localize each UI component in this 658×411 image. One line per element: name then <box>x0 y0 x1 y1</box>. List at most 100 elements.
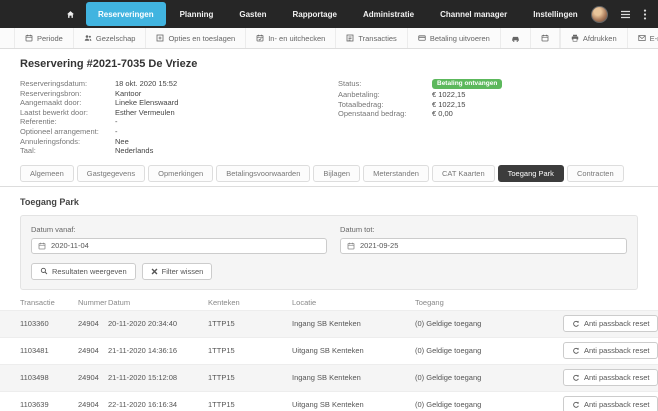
tab-cat-kaarten[interactable]: CAT Kaarten <box>432 165 495 182</box>
tab-algemeen[interactable]: Algemeen <box>20 165 74 182</box>
tab-contracten[interactable]: Contracten <box>567 165 624 182</box>
field-laatst-bewerkt-door: Laatst bewerkt door: Esther Vermeulen <box>20 108 338 118</box>
field-value: € 0,00 <box>432 109 453 119</box>
anti-passback-reset-button[interactable]: Anti passback reset <box>563 369 658 386</box>
field-value: Esther Vermeulen <box>115 108 175 118</box>
tab-gastgegevens[interactable]: Gastgegevens <box>77 165 145 182</box>
tab-opmerkingen[interactable]: Opmerkingen <box>148 165 213 182</box>
tab-toegang-park[interactable]: Toegang Park <box>498 165 564 182</box>
tab-bijlagen[interactable]: Bijlagen <box>313 165 360 182</box>
field-label: Aanbetaling: <box>338 90 432 100</box>
anti-passback-reset-label: Anti passback reset <box>584 400 649 409</box>
cell-transactie: 1103360 <box>20 319 78 328</box>
anti-passback-reset-button[interactable]: Anti passback reset <box>563 315 658 332</box>
calendar-icon <box>38 242 46 250</box>
cell-locatie: Ingang SB Kenteken <box>292 319 415 328</box>
transacties-button[interactable]: Transacties <box>336 28 408 48</box>
car-button[interactable] <box>501 28 531 48</box>
date-from-input[interactable] <box>51 241 320 250</box>
field-value: € 1022,15 <box>432 90 465 100</box>
email-button[interactable]: E-mail <box>628 28 658 48</box>
car-icon <box>511 34 520 43</box>
cell-datum: 21-11-2020 14:36:16 <box>108 346 208 355</box>
field-taal: Taal: Nederlands <box>20 146 338 156</box>
afdrukken-button[interactable]: Afdrukken <box>560 28 628 48</box>
cell-toegang: (0) Geldige toegang <box>415 319 563 328</box>
nav-item-instellingen[interactable]: Instellingen <box>521 2 589 26</box>
cell-locatie: Uitgang SB Kenteken <box>292 346 415 355</box>
anti-passback-reset-label: Anti passback reset <box>584 346 649 355</box>
anti-passback-reset-label: Anti passback reset <box>584 373 649 382</box>
cell-kenteken: 1TTP15 <box>208 346 292 355</box>
page-title: Reservering #2021-7035 De Vrieze <box>20 58 638 70</box>
cell-datum: 21-11-2020 15:12:08 <box>108 373 208 382</box>
tab-betalingsvoorwaarden[interactable]: Betalingsvoorwaarden <box>216 165 310 182</box>
calendar-icon <box>25 34 33 42</box>
col-datum: Datum <box>108 298 208 307</box>
x-icon <box>151 268 158 275</box>
topnav-right-controls <box>591 6 658 23</box>
betaling-uitvoeren-button[interactable]: Betaling uitvoeren <box>408 28 501 48</box>
in-en-uitchecken-button[interactable]: In- en uitchecken <box>246 28 336 48</box>
cell-kenteken: 1TTP15 <box>208 319 292 328</box>
clear-filter-label: Filter wissen <box>162 267 204 276</box>
afdrukken-label: Afdrukken <box>583 34 617 43</box>
col-transactie: Transactie <box>20 298 78 307</box>
cell-toegang: (0) Geldige toegang <box>415 346 563 355</box>
home-icon[interactable] <box>56 0 85 28</box>
table-row: 1103360 24904 20-11-2020 20:34:40 1TTP15… <box>0 310 658 337</box>
anti-passback-reset-button[interactable]: Anti passback reset <box>563 342 658 359</box>
envelope-icon <box>638 34 646 42</box>
field-optioneel-arrangement: Optioneel arrangement: - <box>20 127 338 137</box>
field-annuleringsfonds: Annuleringsfonds: Nee <box>20 137 338 147</box>
search-icon <box>40 267 48 275</box>
tab-meterstanden[interactable]: Meterstanden <box>363 165 429 182</box>
nav-item-administratie[interactable]: Administratie <box>351 2 426 26</box>
field-value: 18 okt. 2020 15:52 <box>115 79 177 89</box>
date-to-field[interactable] <box>340 238 627 254</box>
date-to-input[interactable] <box>360 241 620 250</box>
nav-item-planning[interactable]: Planning <box>168 2 226 26</box>
kebab-menu-icon[interactable] <box>643 9 647 20</box>
cell-nummer: 24904 <box>78 346 108 355</box>
calendar-button[interactable] <box>531 28 560 48</box>
refresh-icon <box>572 401 580 409</box>
gezelschap-label: Gezelschap <box>96 34 136 43</box>
top-navigation-bar: Reserveringen Planning Gasten Rapportage… <box>0 0 658 28</box>
nav-item-channel-manager[interactable]: Channel manager <box>428 2 519 26</box>
betaling-uitvoeren-label: Betaling uitvoeren <box>430 34 490 43</box>
filter-panel: Datum vanaf: Datum tot: Resultaten <box>20 215 638 290</box>
col-nummer: Nummer <box>78 298 108 307</box>
field-label: Status: <box>338 79 432 89</box>
opties-en-toeslagen-button[interactable]: Opties en toeslagen <box>146 28 246 48</box>
access-log-table: Transactie Nummer Datum Kenteken Locatie… <box>0 295 658 411</box>
field-aanbetaling: Aanbetaling: € 1022,15 <box>338 90 638 100</box>
periode-label: Periode <box>37 34 63 43</box>
show-results-button[interactable]: Resultaten weergeven <box>31 263 136 280</box>
cell-locatie: Uitgang SB Kenteken <box>292 400 415 409</box>
date-from-field[interactable] <box>31 238 327 254</box>
date-from-label: Datum vanaf: <box>31 225 327 234</box>
user-avatar[interactable] <box>591 6 608 23</box>
credit-card-icon <box>418 34 426 42</box>
nav-item-rapportage[interactable]: Rapportage <box>281 2 349 26</box>
nav-item-reserveringen[interactable]: Reserveringen <box>86 2 166 26</box>
field-label: Annuleringsfonds: <box>20 137 115 147</box>
nav-item-gasten[interactable]: Gasten <box>227 2 278 26</box>
field-value: Nee <box>115 137 129 147</box>
table-row: 1103498 24904 21-11-2020 15:12:08 1TTP15… <box>0 364 658 391</box>
anti-passback-reset-button[interactable]: Anti passback reset <box>563 396 658 411</box>
cell-transactie: 1103481 <box>20 346 78 355</box>
field-label: Reserveringsbron: <box>20 89 115 99</box>
opties-en-toeslagen-label: Opties en toeslagen <box>168 34 235 43</box>
table-row: 1103639 24904 22-11-2020 16:16:34 1TTP15… <box>0 391 658 411</box>
clear-filter-button[interactable]: Filter wissen <box>142 263 213 280</box>
reservation-info-right: Status: Betaling ontvangen Aanbetaling: … <box>338 79 638 156</box>
gezelschap-button[interactable]: Gezelschap <box>74 28 147 48</box>
menu-icon[interactable] <box>620 10 631 19</box>
periode-button[interactable]: Periode <box>14 28 74 48</box>
reservation-info-left: Reserveringsdatum: 18 okt. 2020 15:52 Re… <box>20 79 338 156</box>
printer-icon <box>571 34 579 42</box>
toolbar-right-group: Afdrukken E-mail <box>560 28 658 48</box>
col-locatie: Locatie <box>292 298 415 307</box>
